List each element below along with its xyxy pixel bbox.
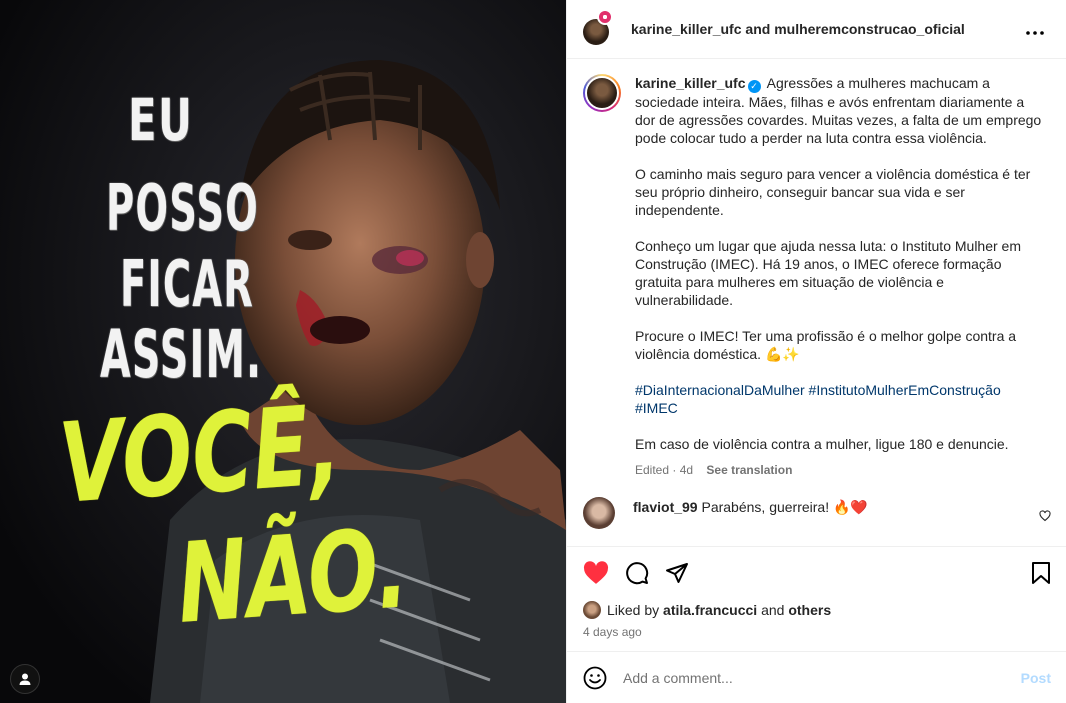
caption-paragraph: Em caso de violência contra a mulher, li… xyxy=(635,436,1009,452)
collab-avatars[interactable] xyxy=(583,9,615,45)
hashtags: #DiaInternacionalDaMulher #InstitutoMulh… xyxy=(635,381,1045,417)
emoji-button[interactable] xyxy=(583,666,607,690)
likes-prefix: Liked by xyxy=(607,602,660,618)
caption-meta: Edited · 4d See translation xyxy=(635,461,1045,479)
liked-by-user-link[interactable]: atila.francucci xyxy=(663,602,757,618)
post-comment-button[interactable]: Post xyxy=(1021,670,1051,686)
comment-input[interactable] xyxy=(623,669,1021,686)
hashtag-link[interactable]: #IMEC xyxy=(635,400,678,416)
avatar[interactable] xyxy=(583,74,621,112)
post-details-panel: karine_killer_ufc and mulheremconstrucao… xyxy=(566,0,1066,703)
heart-filled-icon xyxy=(583,561,609,584)
caption-paragraph: Procure o IMEC! Ter uma profissão é o me… xyxy=(635,328,1017,362)
comment-text: flaviot_99 Parabéns, guerreira! 🔥❤️ xyxy=(633,499,868,529)
likes-and: and xyxy=(761,602,785,618)
user-icon xyxy=(19,673,31,685)
post-date[interactable]: 4 days ago xyxy=(583,625,1051,639)
like-comment-button[interactable] xyxy=(1039,509,1051,527)
comment-item: flaviot_99 Parabéns, guerreira! 🔥❤️ xyxy=(583,497,1051,529)
comment-icon xyxy=(626,562,649,585)
likes-others-link[interactable]: others xyxy=(788,602,831,618)
post-header: karine_killer_ufc and mulheremconstrucao… xyxy=(567,0,1066,59)
caption-username[interactable]: karine_killer_ufc xyxy=(635,75,746,91)
hashtag-link[interactable]: #InstitutoMulherEmConstrução xyxy=(809,382,1001,398)
author-link[interactable]: karine_killer_ufc xyxy=(631,21,742,37)
heart-outline-icon xyxy=(1039,510,1051,522)
authors-and: and xyxy=(745,21,771,37)
add-comment-bar: Post xyxy=(567,651,1066,703)
bookmark-icon xyxy=(1032,562,1050,584)
save-button[interactable] xyxy=(1031,561,1051,585)
like-button[interactable] xyxy=(583,561,609,585)
emoji-icon xyxy=(583,666,607,689)
comment-button[interactable] xyxy=(625,561,649,585)
caption: karine_killer_ufc ✓ Agressões a mulheres … xyxy=(583,74,1051,479)
see-translation-button[interactable]: See translation xyxy=(706,463,792,477)
post-photo-illustration xyxy=(0,0,566,703)
caption-body: karine_killer_ufc ✓ Agressões a mulheres … xyxy=(635,74,1045,479)
share-button[interactable] xyxy=(665,561,689,585)
verified-badge-icon: ✓ xyxy=(747,80,761,93)
send-icon xyxy=(666,563,688,583)
more-horizontal-icon xyxy=(1026,30,1044,35)
avatar[interactable] xyxy=(583,497,615,529)
comment-body: Parabéns, guerreira! 🔥❤️ xyxy=(701,499,868,515)
likes-summary: Liked by atila.francucci and others xyxy=(583,601,1051,619)
post-actions: Liked by atila.francucci and others 4 da… xyxy=(567,546,1066,639)
post-authors: karine_killer_ufc and mulheremconstrucao… xyxy=(631,21,1020,37)
more-options-button[interactable] xyxy=(1020,19,1050,40)
caption-paragraph: Conheço um lugar que ajuda nessa luta: o… xyxy=(635,238,1022,308)
caption-paragraph: O caminho mais seguro para vencer a viol… xyxy=(635,166,1031,218)
avatar xyxy=(583,601,601,619)
coauthor-link[interactable]: mulheremconstrucao_oficial xyxy=(774,21,965,37)
post-image[interactable]: EU POSSO FICAR ASSIM. VOCÊ, NÃO. xyxy=(0,0,566,703)
edited-timestamp: Edited · 4d xyxy=(635,463,694,477)
action-bar xyxy=(583,559,1051,587)
comment-username[interactable]: flaviot_99 xyxy=(633,499,698,515)
hashtag-link[interactable]: #DiaInternacionalDaMulher xyxy=(635,382,805,398)
avatar xyxy=(597,9,613,25)
comments-section[interactable]: karine_killer_ufc ✓ Agressões a mulheres … xyxy=(567,60,1066,545)
tagged-users-button[interactable] xyxy=(10,664,40,694)
